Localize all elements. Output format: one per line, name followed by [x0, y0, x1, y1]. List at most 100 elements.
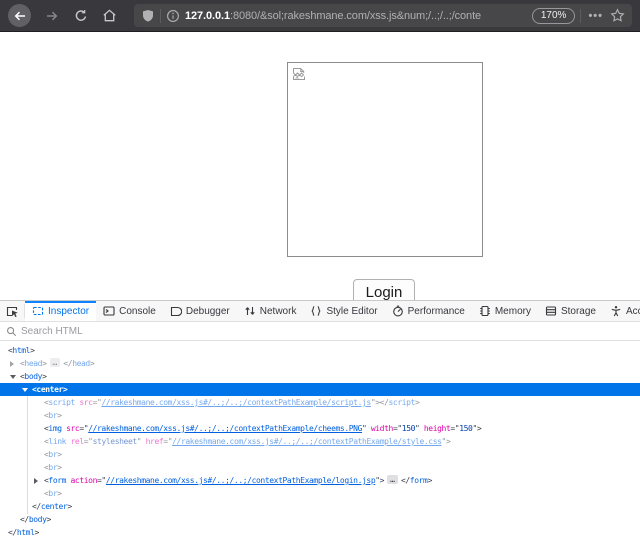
- tree-node-body-close[interactable]: </body>: [0, 513, 640, 526]
- bookmark-star-icon[interactable]: [610, 8, 625, 23]
- tree-node-html[interactable]: <html>: [0, 344, 640, 357]
- code-segment: </: [20, 515, 29, 524]
- code-segment: script: [389, 398, 416, 407]
- broken-image: [287, 62, 483, 257]
- code-segment: =": [450, 424, 459, 433]
- collapsed-content-badge[interactable]: …: [50, 358, 61, 367]
- code-segment: >: [35, 528, 39, 537]
- collapse-arrow-icon[interactable]: [22, 388, 28, 392]
- tab-accessibility[interactable]: Accessibility: [603, 301, 640, 321]
- tab-performance[interactable]: Performance: [385, 301, 472, 321]
- url-path: :8080/&sol;rakeshmane.com/xss.js&num;/..…: [230, 10, 481, 22]
- url-bar[interactable]: 127.0.0.1:8080/&sol;rakeshmane.com/xss.j…: [134, 4, 632, 27]
- urlbar-divider: [160, 9, 161, 23]
- search-placeholder: Search HTML: [21, 326, 83, 337]
- code-segment: src: [62, 424, 80, 433]
- search-icon: [6, 326, 17, 337]
- network-icon: [244, 305, 256, 317]
- tab-label: Console: [119, 306, 156, 317]
- code-segment: br: [48, 450, 57, 459]
- tree-node-img[interactable]: <img src="//rakeshmane.com/xss.js#/..;/.…: [0, 422, 640, 435]
- url-text[interactable]: 127.0.0.1:8080/&sol;rakeshmane.com/xss.j…: [185, 10, 527, 22]
- tab-network[interactable]: Network: [237, 301, 304, 321]
- devtools-search-input[interactable]: Search HTML: [0, 322, 640, 341]
- code-segment: //rakeshmane.com/xss.js#/..;/..;/context…: [106, 476, 375, 485]
- tab-storage[interactable]: Storage: [538, 301, 603, 321]
- reload-button[interactable]: [68, 3, 93, 28]
- code-segment: width: [366, 424, 393, 433]
- code-segment: href: [141, 437, 163, 446]
- code-segment: =": [79, 424, 88, 433]
- devtools-panel: Inspector Console Debugger NetworkStyle Edi…: [0, 300, 640, 558]
- tab-style-editor[interactable]: Style Editor: [303, 301, 384, 321]
- tree-node-br-4[interactable]: <br>: [0, 487, 640, 500]
- tree-node-center-close[interactable]: </center>: [0, 500, 640, 513]
- tab-label: Memory: [495, 306, 531, 317]
- tree-node-html-close[interactable]: </html>: [0, 526, 640, 539]
- tab-label: Debugger: [186, 306, 230, 317]
- pick-element-button[interactable]: [0, 301, 24, 321]
- console-icon: [103, 305, 115, 317]
- tab-label: Performance: [408, 306, 465, 317]
- home-button[interactable]: [97, 3, 122, 28]
- collapsed-content-badge[interactable]: …: [387, 475, 398, 484]
- zoom-level-badge[interactable]: 170%: [532, 8, 576, 24]
- forward-icon: [45, 9, 59, 23]
- code-segment: >: [63, 385, 67, 394]
- storage-icon: [545, 305, 557, 317]
- url-host: 127.0.0.1: [185, 10, 230, 22]
- code-segment: ">: [375, 476, 384, 485]
- style-editor-icon: [310, 305, 322, 317]
- code-segment: >: [57, 489, 61, 498]
- code-segment: rel: [66, 437, 84, 446]
- reload-icon: [74, 9, 88, 23]
- info-icon[interactable]: [166, 9, 180, 23]
- tab-debugger[interactable]: Debugger: [163, 301, 237, 321]
- tree-node-script[interactable]: <script src="//rakeshmane.com/xss.js#/..…: [0, 396, 640, 409]
- code-segment: >: [57, 463, 61, 472]
- tree-node-body[interactable]: <body>: [0, 370, 640, 383]
- code-segment: >: [67, 502, 71, 511]
- code-segment: body: [29, 515, 47, 524]
- expand-arrow-icon[interactable]: [34, 478, 38, 484]
- shield-icon[interactable]: [141, 9, 155, 23]
- tab-label: Storage: [561, 306, 596, 317]
- code-segment: >: [427, 476, 431, 485]
- page-actions-dots-icon[interactable]: •••: [586, 10, 605, 22]
- code-segment: body: [24, 372, 42, 381]
- home-icon: [102, 8, 117, 23]
- expand-arrow-icon[interactable]: [10, 361, 14, 367]
- forward-button[interactable]: [39, 3, 64, 28]
- broken-image-icon: [291, 66, 307, 82]
- code-segment: html: [12, 346, 30, 355]
- page-content: Login: [0, 32, 640, 300]
- back-button[interactable]: [8, 4, 31, 27]
- code-segment: br: [48, 411, 57, 420]
- tree-node-link[interactable]: <link rel="stylesheet" href="//rakeshman…: [0, 435, 640, 448]
- code-segment: form: [410, 476, 428, 485]
- tree-node-head[interactable]: <head>…</head>: [0, 357, 640, 370]
- code-segment: html: [17, 528, 35, 537]
- tab-inspector[interactable]: Inspector: [25, 301, 96, 321]
- login-button[interactable]: Login: [353, 279, 415, 300]
- code-segment: >: [47, 515, 51, 524]
- code-segment: ">: [442, 437, 451, 446]
- code-segment: //rakeshmane.com/xss.js#/..;/..;/context…: [172, 437, 441, 446]
- tab-console[interactable]: Console: [96, 301, 163, 321]
- code-segment: br: [48, 489, 57, 498]
- tab-memory[interactable]: Memory: [472, 301, 538, 321]
- urlbar-divider-2: [580, 9, 581, 23]
- tree-node-center[interactable]: <center>: [0, 383, 640, 396]
- browser-toolbar: 127.0.0.1:8080/&sol;rakeshmane.com/xss.j…: [0, 0, 640, 32]
- tree-node-br-2[interactable]: <br>: [0, 448, 640, 461]
- tree-node-br-1[interactable]: <br>: [0, 409, 640, 422]
- code-segment: </: [401, 476, 410, 485]
- code-segment: form: [48, 476, 66, 485]
- code-segment: stylesheet: [93, 437, 137, 446]
- code-segment: link: [48, 437, 66, 446]
- inspector-icon: [32, 305, 44, 317]
- tree-node-br-3[interactable]: <br>: [0, 461, 640, 474]
- tree-node-form[interactable]: <form action="//rakeshmane.com/xss.js#/.…: [0, 474, 640, 487]
- collapse-arrow-icon[interactable]: [10, 375, 16, 379]
- code-segment: >: [42, 359, 46, 368]
